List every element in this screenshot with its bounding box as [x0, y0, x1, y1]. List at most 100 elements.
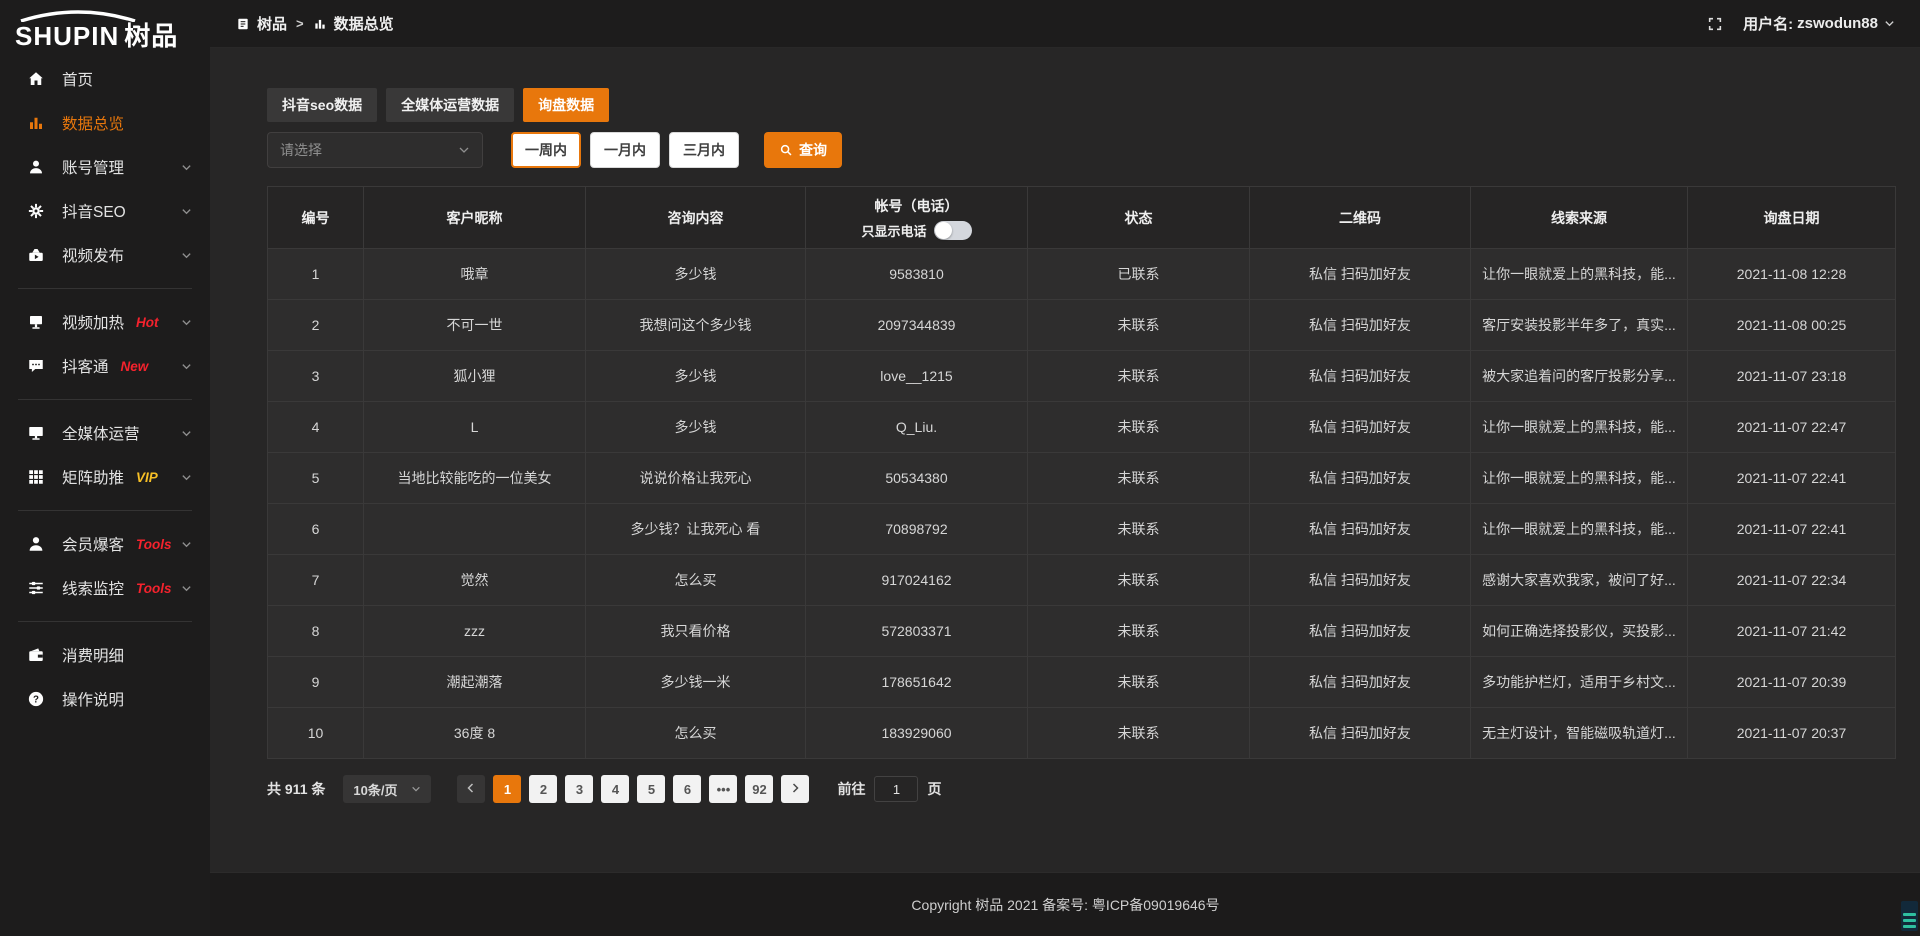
- cell-nickname: 潮起潮落: [364, 657, 586, 708]
- range-button-2[interactable]: 三月内: [669, 132, 739, 168]
- member-icon: [27, 535, 47, 553]
- cell-source-link[interactable]: 如何正确选择投影仪，买投影...: [1471, 606, 1688, 657]
- home-icon: [27, 70, 47, 88]
- sidebar-item-video-publish[interactable]: 视频发布: [0, 236, 210, 274]
- sidebar-item-account-management[interactable]: 账号管理: [0, 148, 210, 186]
- goto-page-input[interactable]: [874, 776, 918, 802]
- table-row: 8zzz我只看价格572803371未联系私信 扫码加好友如何正确选择投影仪，买…: [268, 606, 1896, 657]
- cell-source-link[interactable]: 多功能护栏灯，适用于乡村文...: [1471, 657, 1688, 708]
- tab-inquiry-data[interactable]: 询盘数据: [523, 88, 609, 122]
- sidebar-item-operation-guide[interactable]: ?操作说明: [0, 680, 210, 718]
- page-button-3[interactable]: 3: [565, 775, 593, 803]
- chevron-down-icon: [1884, 18, 1895, 29]
- prev-page-button[interactable]: [457, 775, 485, 803]
- cell-nickname: 哦章: [364, 249, 586, 300]
- sidebar-item-label: 抖客通: [62, 355, 109, 377]
- sidebar-item-matrix-boost[interactable]: 矩阵助推VIP: [0, 458, 210, 496]
- sidebar-item-label: 首页: [62, 68, 93, 90]
- cell-nickname: zzz: [364, 606, 586, 657]
- sidebar-item-lead-monitor[interactable]: 线索监控Tools: [0, 569, 210, 607]
- cell-qrcode-link[interactable]: 私信 扫码加好友: [1250, 606, 1471, 657]
- range-button-1[interactable]: 一月内: [590, 132, 660, 168]
- page-button-92[interactable]: 92: [745, 775, 773, 803]
- cell-source-link[interactable]: 让你一眼就爱上的黑科技，能...: [1471, 402, 1688, 453]
- page-ellipsis-button[interactable]: •••: [709, 775, 737, 803]
- wallet-icon: [27, 646, 47, 664]
- content-area: 抖音seo数据全媒体运营数据询盘数据 请选择 一周内一月内三月内 查询: [210, 48, 1920, 872]
- tab-media-operation-data[interactable]: 全媒体运营数据: [386, 88, 514, 122]
- cell-date: 2021-11-07 22:47: [1688, 402, 1896, 453]
- next-page-button[interactable]: [781, 775, 809, 803]
- cell-qrcode-link[interactable]: 私信 扫码加好友: [1250, 453, 1471, 504]
- page-button-4[interactable]: 4: [601, 775, 629, 803]
- cell-status: 未联系: [1028, 351, 1250, 402]
- cell-account: 917024162: [806, 555, 1028, 606]
- sidebar-item-douketong[interactable]: 抖客通New: [0, 347, 210, 385]
- cell-content: 说说价格让我死心: [586, 453, 806, 504]
- select-placeholder: 请选择: [280, 140, 322, 160]
- column-header-2: 咨询内容: [586, 187, 806, 249]
- page-button-1[interactable]: 1: [493, 775, 521, 803]
- user-menu[interactable]: 用户名: zswodun88: [1743, 13, 1895, 34]
- cell-content: 我想问这个多少钱: [586, 300, 806, 351]
- sidebar-item-home[interactable]: 首页: [0, 60, 210, 98]
- range-button-0[interactable]: 一周内: [511, 132, 581, 168]
- phone-only-label: 只显示电话: [861, 221, 926, 240]
- cell-source-link[interactable]: 客厅安装投影半年多了，真实...: [1471, 300, 1688, 351]
- search-button[interactable]: 查询: [764, 132, 842, 168]
- sidebar-item-label: 账号管理: [62, 156, 124, 178]
- page-size-value: 10条/页: [353, 780, 397, 799]
- cell-source-link[interactable]: 感谢大家喜欢我家，被问了好...: [1471, 555, 1688, 606]
- topbar-right: 用户名: zswodun88: [1707, 13, 1895, 34]
- cell-source-link[interactable]: 被大家追着问的客厅投影分享...: [1471, 351, 1688, 402]
- page-size-select[interactable]: 10条/页: [343, 775, 431, 803]
- floating-widget[interactable]: [1901, 901, 1918, 931]
- cell-qrcode-link[interactable]: 私信 扫码加好友: [1250, 249, 1471, 300]
- cell-qrcode-link[interactable]: 私信 扫码加好友: [1250, 402, 1471, 453]
- filter-select[interactable]: 请选择: [267, 132, 483, 168]
- copyright-text: Copyright 树品 2021 备案号: 粤ICP备09019646号: [911, 895, 1219, 915]
- sidebar-item-douyin-seo[interactable]: 抖音SEO: [0, 192, 210, 230]
- cell-status: 未联系: [1028, 657, 1250, 708]
- cell-status: 未联系: [1028, 555, 1250, 606]
- page-button-2[interactable]: 2: [529, 775, 557, 803]
- cell-qrcode-link[interactable]: 私信 扫码加好友: [1250, 555, 1471, 606]
- cell-date: 2021-11-07 21:42: [1688, 606, 1896, 657]
- sidebar-menu: 首页数据总览账号管理抖音SEO 视频发布视频加热Hot 抖客通New 全媒体运营矩阵助…: [0, 50, 210, 718]
- tab-douyin-seo-data[interactable]: 抖音seo数据: [267, 88, 377, 122]
- cell-source-link[interactable]: 无主灯设计，智能磁吸轨道灯...: [1471, 708, 1688, 759]
- topbar: 树品>数据总览 用户名: zswodun88: [210, 0, 1920, 48]
- page-button-6[interactable]: 6: [673, 775, 701, 803]
- cell-content: 怎么买: [586, 555, 806, 606]
- breadcrumb-label: 数据总览: [334, 13, 394, 34]
- cell-qrcode-link[interactable]: 私信 扫码加好友: [1250, 657, 1471, 708]
- cell-source-link[interactable]: 让你一眼就爱上的黑科技，能...: [1471, 504, 1688, 555]
- cell-qrcode-link[interactable]: 私信 扫码加好友: [1250, 504, 1471, 555]
- cell-status: 未联系: [1028, 402, 1250, 453]
- sidebar-item-media-operation[interactable]: 全媒体运营: [0, 414, 210, 452]
- cell-qrcode-link[interactable]: 私信 扫码加好友: [1250, 351, 1471, 402]
- grid-icon: [27, 468, 47, 486]
- cell-date: 2021-11-07 22:34: [1688, 555, 1896, 606]
- chart-icon: [313, 17, 328, 31]
- breadcrumb-item[interactable]: 树品: [236, 13, 287, 34]
- cell-source-link[interactable]: 让你一眼就爱上的黑科技，能...: [1471, 453, 1688, 504]
- breadcrumb-item[interactable]: 数据总览: [313, 13, 394, 34]
- chevron-down-icon: [181, 162, 192, 173]
- table-row: 1036度 8怎么买183929060未联系私信 扫码加好友无主灯设计，智能磁吸…: [268, 708, 1896, 759]
- page-button-5[interactable]: 5: [637, 775, 665, 803]
- monitor-icon: [27, 424, 47, 442]
- sidebar-item-video-heat[interactable]: 视频加热Hot: [0, 303, 210, 341]
- sidebar-item-data-overview[interactable]: 数据总览: [0, 104, 210, 142]
- cell-content: 多少钱: [586, 402, 806, 453]
- sidebar-item-consumption-detail[interactable]: 消费明细: [0, 636, 210, 674]
- table-row: 7觉然怎么买917024162未联系私信 扫码加好友感谢大家喜欢我家，被问了好.…: [268, 555, 1896, 606]
- cell-source-link[interactable]: 让你一眼就爱上的黑科技，能...: [1471, 249, 1688, 300]
- sidebar-item-member-baoke[interactable]: 会员爆客Tools: [0, 525, 210, 563]
- cell-qrcode-link[interactable]: 私信 扫码加好友: [1250, 708, 1471, 759]
- cell-qrcode-link[interactable]: 私信 扫码加好友: [1250, 300, 1471, 351]
- chevron-down-icon: [181, 472, 192, 483]
- phone-only-toggle[interactable]: [934, 221, 972, 240]
- cell-content: 多少钱一米: [586, 657, 806, 708]
- fullscreen-icon[interactable]: [1707, 16, 1723, 32]
